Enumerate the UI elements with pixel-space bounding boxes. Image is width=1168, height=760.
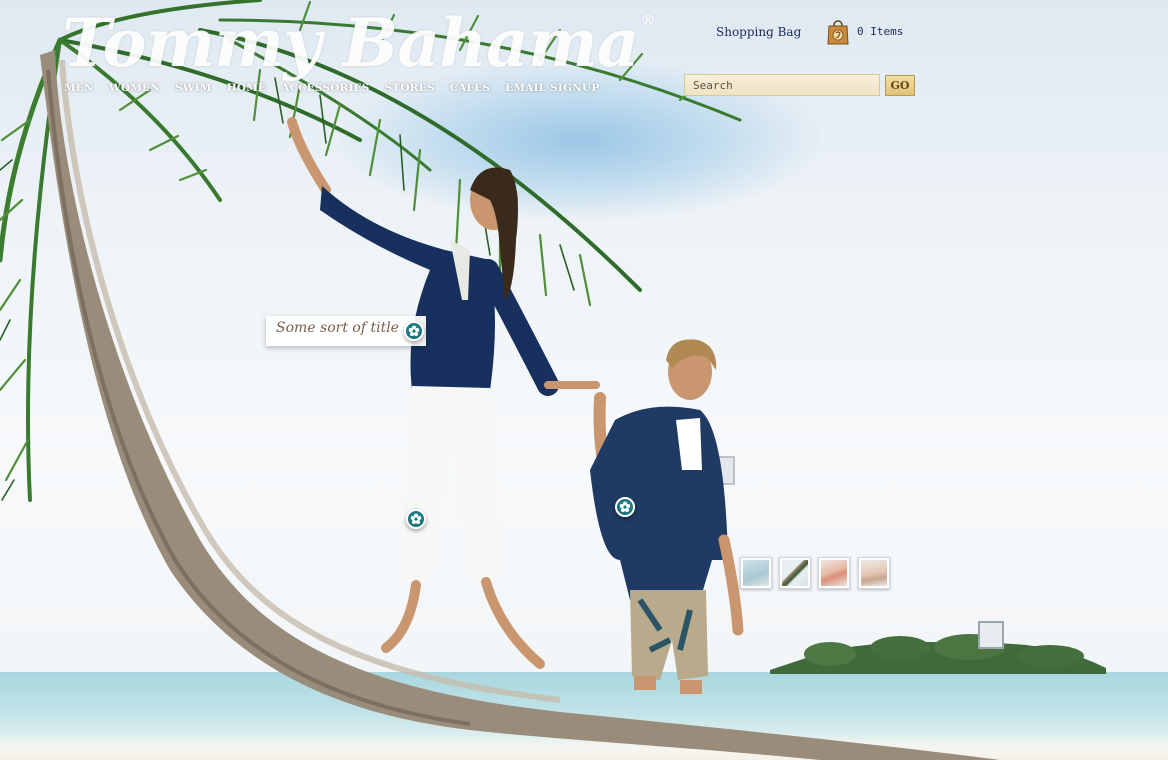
- nav-item-women[interactable]: WOMEN: [109, 82, 160, 94]
- product-title-tag[interactable]: Some sort of title: [266, 316, 426, 346]
- gallery-thumbnail[interactable]: [740, 557, 772, 589]
- scene-illustration: [0, 0, 1106, 760]
- nav-item-email-signup[interactable]: EMAIL SIGNUP: [505, 82, 599, 94]
- nav-item-home[interactable]: HOME: [227, 82, 267, 94]
- nav-item-cafes[interactable]: CAFES: [450, 82, 491, 94]
- gallery-thumbnail[interactable]: [858, 557, 890, 589]
- bag-item-count: 0 Items: [857, 25, 904, 38]
- nav-item-accessories[interactable]: ACCESSORIES: [281, 82, 369, 94]
- floating-frame: [978, 621, 1004, 649]
- registered-mark: ®: [640, 11, 655, 29]
- shopping-bag-icon[interactable]: [826, 19, 850, 46]
- product-title-text: Some sort of title: [276, 320, 399, 336]
- hero-background-photo: [0, 0, 1168, 760]
- hibiscus-flower-icon[interactable]: [406, 509, 426, 529]
- brand-logo-text: Tommy Bahama: [62, 4, 639, 82]
- main-navigation: MEN WOMEN SWIM HOME ACCESSORIES STORES C…: [64, 82, 614, 94]
- search-input[interactable]: [684, 74, 880, 96]
- nav-item-stores[interactable]: STORES: [385, 82, 435, 94]
- nav-item-men[interactable]: MEN: [64, 82, 94, 94]
- search-go-button[interactable]: GO: [885, 75, 915, 96]
- gallery-thumbnail[interactable]: [818, 557, 850, 589]
- brand-logo[interactable]: Tommy Bahama ®: [62, 0, 655, 82]
- shopping-bag-link[interactable]: Shopping Bag: [716, 25, 801, 39]
- island: [770, 634, 1106, 674]
- woman-figure: [287, 117, 600, 669]
- gallery-thumbnail[interactable]: [779, 557, 811, 589]
- hibiscus-flower-icon[interactable]: [404, 321, 424, 341]
- man-figure: [590, 339, 744, 694]
- hibiscus-flower-icon[interactable]: [615, 497, 635, 517]
- nav-item-swim[interactable]: SWIM: [175, 82, 212, 94]
